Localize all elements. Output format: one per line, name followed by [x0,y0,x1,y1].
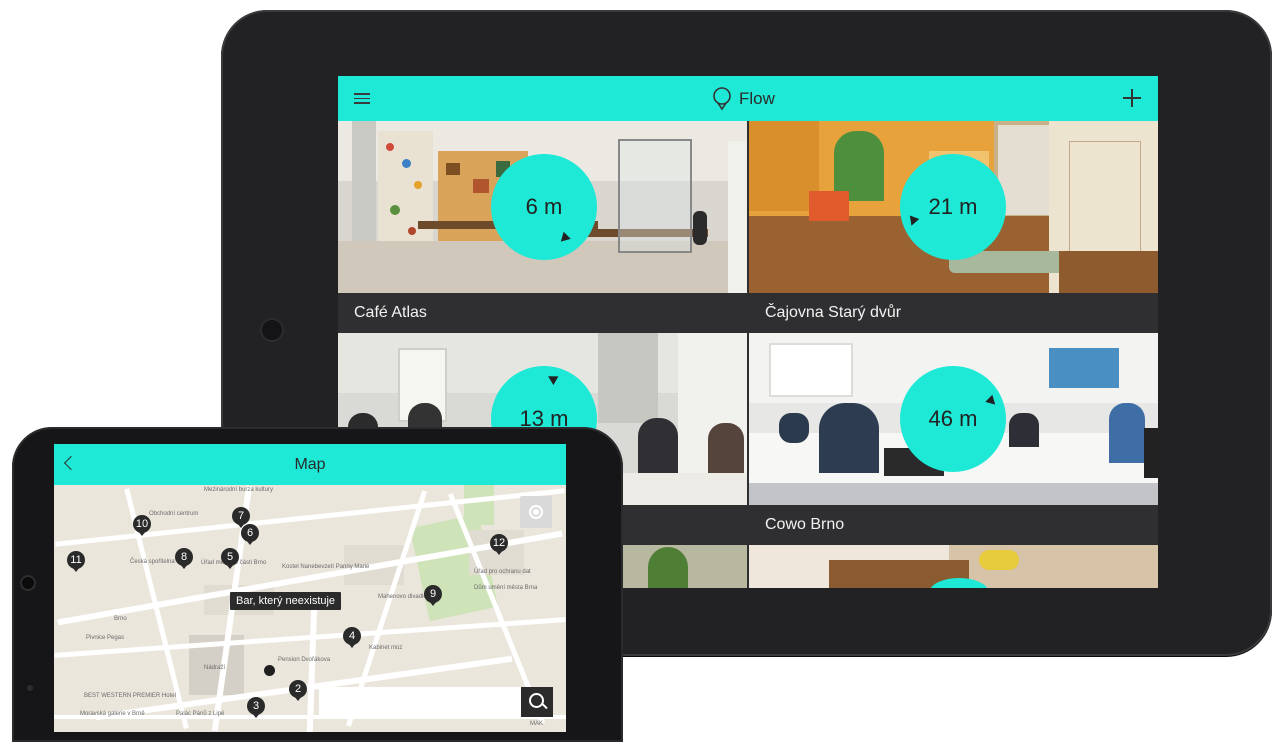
search-icon[interactable] [521,687,553,717]
distance-badge: 46 m [900,366,1006,472]
map-pin[interactable]: 4 [343,627,361,648]
map-pin[interactable]: 10 [133,515,151,536]
phone-speaker [22,577,34,589]
menu-icon[interactable] [354,93,370,104]
add-icon[interactable] [1123,89,1141,107]
place-name: Café Atlas [338,293,747,333]
map-pin[interactable]: 9 [424,585,442,606]
lightbulb-icon [713,87,731,111]
map-label: Kabinet múz [369,645,403,651]
map-label: BEST WESTERN PREMIER Hotel [84,693,176,699]
place-name: Cowo Brno [749,505,1158,545]
distance-badge: 21 m [900,154,1006,260]
place-name: Čajovna Starý dvůr [749,293,1158,333]
map-pin[interactable]: 3 [247,697,265,718]
map-label: Česká spořitelna [130,559,175,565]
map-label: Moravská galerie v Brně [80,711,145,717]
map-label: Pension Dvořákova [278,657,331,663]
place-card[interactable]: 46 m Cowo Brno [749,333,1158,545]
locate-icon[interactable] [520,496,552,528]
map-label: Mahenovo divadlo [378,594,427,600]
map-pin[interactable]: 2 [289,680,307,701]
tablet-camera [262,320,282,340]
map-label: Pivnice Pegas [86,635,125,641]
map-pin[interactable]: 11 [67,551,85,572]
place-card[interactable]: 21 m Čajovna Starý dvůr [749,121,1158,333]
map-pin[interactable]: 12 [490,534,508,555]
map-label: Dům umění města Brna [474,585,538,591]
map-label: MAK [530,721,544,727]
distance-badge: 6 m [491,154,597,260]
map-label: Nádraží [204,665,226,671]
app-bar: Flow [338,76,1158,121]
map-pin[interactable]: 5 [221,548,239,569]
map-app-bar: Map [54,444,566,485]
map-pin[interactable]: 6 [241,524,259,545]
phone-sensor [27,685,33,691]
map-pin[interactable]: 7 [232,507,250,528]
map-search-input[interactable] [319,687,521,717]
map-label: Brno [114,616,127,622]
place-card[interactable] [749,545,1158,588]
map-title: Map [294,456,326,473]
place-photo [749,545,1158,588]
map-label: Kostel Nanebevzetí Panny Marie [282,564,370,570]
place-card[interactable]: 6 m Café Atlas [338,121,747,333]
pin-tooltip[interactable]: Bar, který neexistuje [230,592,342,610]
map-label: Úřad pro ochranu dat [474,569,531,575]
current-location-marker [264,665,275,676]
distance-text: 21 m [928,194,978,219]
distance-text: 6 m [525,194,563,219]
map-label: Obchodní centrum [149,511,199,517]
map-pin[interactable]: 8 [175,548,193,569]
distance-text: 46 m [928,406,978,431]
phone-screen: Map Mezinárodní burza kultury Obchodní c… [54,444,566,732]
map-label: Mezinárodní burza kultury [204,487,274,493]
map-label: Palác Pánů z Lipé [176,711,225,717]
app-logo: Flow [711,85,775,113]
app-title: Flow [739,89,775,108]
